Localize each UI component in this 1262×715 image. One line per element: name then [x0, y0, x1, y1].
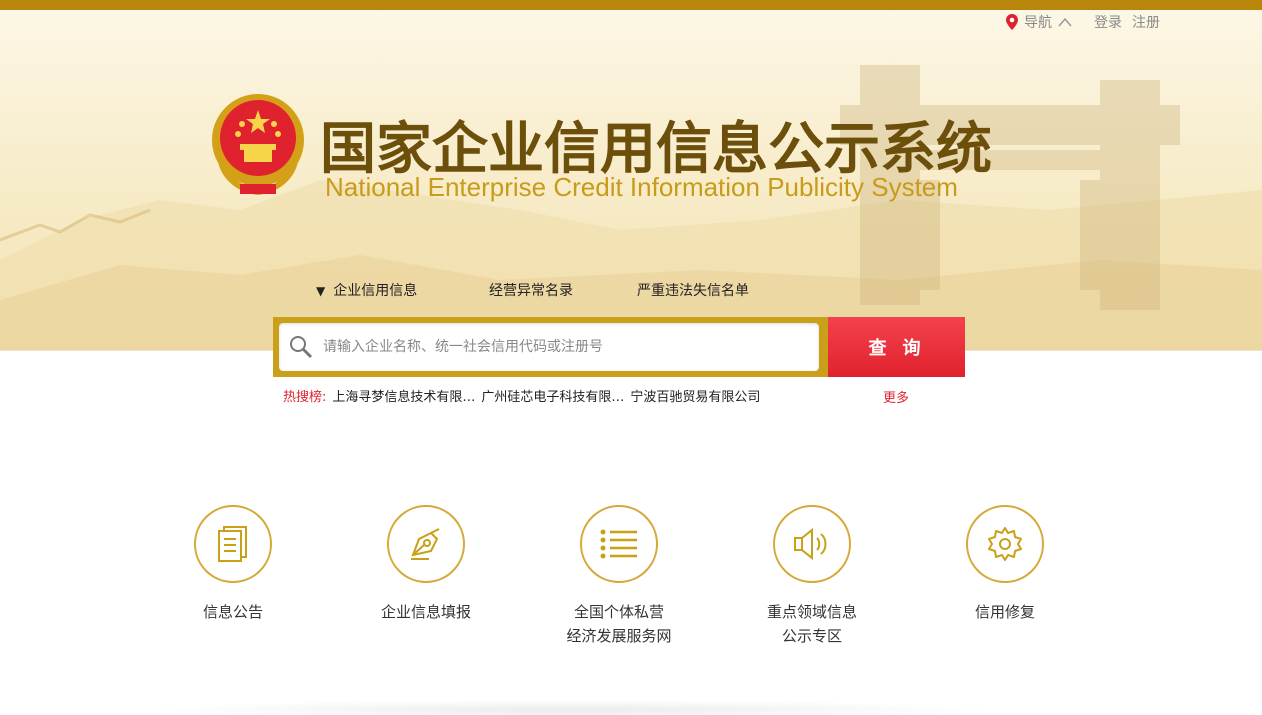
location-pin-icon — [1006, 14, 1018, 30]
service-key-areas-publicity[interactable]: 重点领域信息 公示专区 — [732, 505, 892, 648]
footer-shadow — [140, 700, 1000, 715]
service-label-line: 经济发展服务网 — [566, 627, 672, 645]
service-label: 企业信息填报 — [380, 603, 471, 621]
service-label-line: 全国个体私营 — [573, 603, 664, 621]
hot-search-item[interactable]: 上海寻梦信息技术有限… — [332, 390, 475, 405]
tab-serious-violation[interactable]: 严重违法失信名单 — [637, 280, 749, 300]
hot-search-label: 热搜榜: — [283, 390, 327, 405]
hot-search-list: 热搜榜: 上海寻梦信息技术有限… 广州硅芯电子科技有限… 宁波百驰贸易有限公司 更多 — [283, 386, 923, 406]
site-title-english: National Enterprise Credit Information P… — [325, 172, 958, 202]
search-box — [279, 323, 819, 371]
hot-search-more-link[interactable]: 更多 — [883, 387, 909, 406]
gear-icon — [966, 505, 1044, 583]
speaker-icon — [773, 505, 851, 583]
login-link[interactable]: 登录 — [1094, 12, 1122, 32]
tab-enterprise-credit[interactable]: 企业信用信息 — [316, 280, 489, 300]
search-bar: 查询 — [273, 317, 965, 377]
search-category-tabs: 企业信用信息 经营异常名录 严重违法失信名单 — [316, 280, 749, 300]
service-label: 重点领域信息 公示专区 — [732, 600, 892, 648]
search-input[interactable] — [323, 333, 803, 361]
service-private-economy-network[interactable]: 全国个体私营 经济发展服务网 — [539, 505, 699, 648]
hot-search-item[interactable]: 广州硅芯电子科技有限… — [481, 390, 624, 405]
service-label: 信用修复 — [974, 603, 1035, 621]
top-navigation: 导航 登录 注册 — [1006, 12, 1160, 32]
service-label: 信息公告 — [202, 603, 263, 621]
document-icon — [194, 505, 272, 583]
list-icon — [580, 505, 658, 583]
national-emblem-logo — [212, 94, 304, 196]
search-icon — [290, 336, 313, 359]
service-label-line: 重点领域信息 — [766, 603, 857, 621]
hot-search-item[interactable]: 宁波百驰贸易有限公司 — [630, 390, 760, 405]
service-info-announcement[interactable]: 信息公告 — [153, 505, 313, 624]
tab-abnormal-operation[interactable]: 经营异常名录 — [489, 280, 637, 300]
service-label: 全国个体私营 经济发展服务网 — [539, 600, 699, 648]
top-accent-bar — [0, 0, 1262, 10]
register-link[interactable]: 注册 — [1132, 12, 1160, 32]
chevron-up-icon[interactable] — [1058, 17, 1072, 27]
nav-menu-link[interactable]: 导航 — [1024, 12, 1052, 32]
service-enterprise-report[interactable]: 企业信息填报 — [346, 505, 506, 624]
service-label-line: 公示专区 — [781, 627, 842, 645]
search-button[interactable]: 查询 — [828, 317, 965, 377]
pen-nib-icon — [387, 505, 465, 583]
search-arrow-decoration — [819, 339, 828, 355]
service-credit-repair[interactable]: 信用修复 — [925, 505, 1085, 624]
